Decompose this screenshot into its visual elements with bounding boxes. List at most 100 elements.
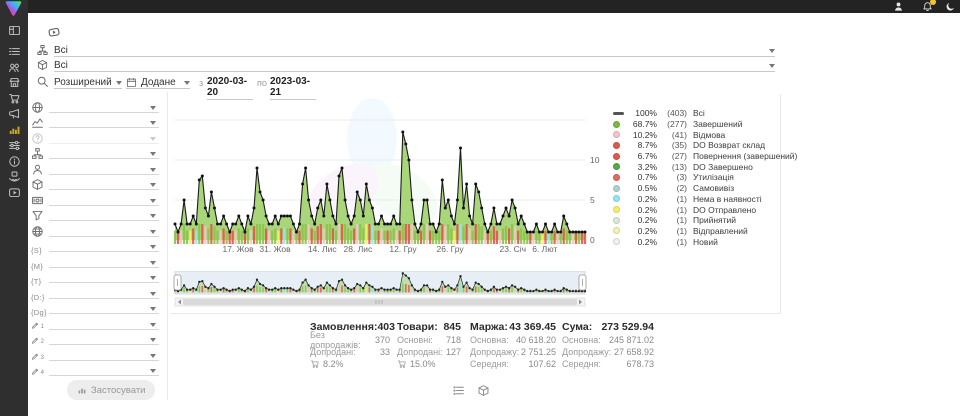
legend-count: (2): [657, 183, 687, 193]
filter-select[interactable]: [49, 206, 159, 221]
legend-count: (1): [657, 237, 687, 247]
filter-select[interactable]: [49, 361, 159, 376]
legend-item[interactable]: 10.2%(41)Відмова: [613, 129, 781, 140]
filter-select[interactable]: [49, 346, 159, 361]
sidebar-item-marketing[interactable]: [8, 107, 21, 120]
filter-select[interactable]: [49, 315, 159, 330]
search-mode-select[interactable]: Розширений: [54, 74, 122, 89]
filter-row-pencil-2[interactable]: 2: [31, 330, 159, 346]
user-icon[interactable]: [893, 1, 904, 12]
legend-item[interactable]: 0.2%(1)DO Отправлено: [613, 204, 781, 215]
filter-select[interactable]: [49, 268, 159, 283]
filter-row-pencil-1[interactable]: 1: [31, 314, 159, 330]
filter-select[interactable]: [49, 253, 159, 268]
filter-select[interactable]: [49, 129, 159, 144]
camera-tag-icon[interactable]: [46, 25, 62, 39]
legend-item[interactable]: 0.2%(1)Нема в наявності: [613, 194, 781, 205]
filter-select[interactable]: [49, 284, 159, 299]
stats-title: Товари:: [397, 321, 438, 333]
analytics-dashboard: Всі Всі Розширений Додане з 2020-03-20 п…: [0, 0, 960, 416]
pencil-index: 4: [41, 370, 44, 376]
category-select[interactable]: Всі: [54, 42, 775, 57]
legend-percent: 0.7%: [627, 172, 657, 182]
legend-percent: 6.7%: [627, 151, 657, 161]
stats-column: Сума:273 529.94Основна:245 871.02Допрода…: [562, 319, 654, 370]
sidebar-item-dashboard[interactable]: [8, 24, 21, 37]
chevron-down-icon: [150, 276, 156, 280]
legend-item[interactable]: 68.7%(277)Завершений: [613, 119, 781, 130]
filter-select[interactable]: [49, 237, 159, 252]
sidebar-item-store[interactable]: [8, 76, 21, 89]
chevron-down-icon: [150, 307, 156, 311]
filter-select[interactable]: [49, 299, 159, 314]
legend-item[interactable]: 8.7%(35)DO Возврат склад: [613, 140, 781, 151]
apply-button[interactable]: Застосувати: [67, 380, 155, 400]
product-select[interactable]: Всі: [54, 57, 775, 72]
legend-item[interactable]: 0.2%(1)Відправлений: [613, 226, 781, 237]
legend-item[interactable]: 3.2%(13)DO Завершено: [613, 161, 781, 172]
legend-item[interactable]: 100%(403)Всі: [613, 108, 781, 119]
filter-row-sitemap[interactable]: [31, 144, 159, 160]
date-field-select[interactable]: Додане: [126, 74, 190, 89]
h-scrollbar-thumb[interactable]: [183, 299, 577, 305]
filter-select[interactable]: [49, 330, 159, 345]
legend-item[interactable]: 0.2%(1)Прийнятий: [613, 215, 781, 226]
sidebar-item-orders[interactable]: [8, 45, 21, 58]
sidebar-item-info[interactable]: [8, 155, 21, 168]
date-field-value: Додане: [141, 77, 176, 88]
stats-sub-row: Допродані:33: [310, 346, 390, 358]
legend-count: (41): [657, 130, 687, 140]
filter-row-globe-grid[interactable]: [31, 221, 159, 237]
chevron-down-icon: [116, 81, 122, 85]
legend-item[interactable]: 6.7%(27)Повернення (завершений): [613, 151, 781, 162]
stats-sub-label: Основні:: [397, 335, 433, 345]
legend-item[interactable]: 0.2%(1)Новий: [613, 236, 781, 247]
filter-select[interactable]: [49, 144, 159, 159]
filter-row-money[interactable]: [31, 190, 159, 206]
filter-row-box[interactable]: [31, 175, 159, 191]
legend-item[interactable]: 0.5%(2)Самовивіз: [613, 183, 781, 194]
filter-select[interactable]: [49, 160, 159, 175]
table-view-icon[interactable]: [452, 384, 465, 397]
filter-row-funnel[interactable]: [31, 206, 159, 222]
filter-row-question[interactable]: [31, 128, 159, 144]
legend-marker-icon: [613, 217, 627, 224]
filter-row-curly[interactable]: {M}: [31, 252, 159, 268]
filter-row-person[interactable]: [31, 159, 159, 175]
filter-select[interactable]: [49, 175, 159, 190]
products-view-icon[interactable]: [477, 384, 490, 397]
filter-select[interactable]: [49, 191, 159, 206]
filter-row-pencil-4[interactable]: 4: [31, 361, 159, 377]
stats-sub-label: Допродані:: [310, 347, 356, 357]
app-logo-icon[interactable]: [4, 0, 23, 16]
filter-row-curly[interactable]: {D:}: [31, 283, 159, 299]
filter-select[interactable]: [49, 98, 159, 113]
filter-row-curly[interactable]: {T}: [31, 268, 159, 284]
stats-sub-value: 370: [375, 335, 390, 345]
svg-text:12. Гру: 12. Гру: [389, 244, 417, 254]
filter-row-pencil-3[interactable]: 3: [31, 345, 159, 361]
money-icon: [31, 194, 44, 206]
filter-row-curly[interactable]: {Dg}: [31, 299, 159, 315]
sidebar-item-video-tutorials[interactable]: [8, 186, 21, 199]
filter-select[interactable]: [49, 222, 159, 237]
upsell-share-row: 15.0%: [397, 358, 461, 370]
pencil-icon: 1: [31, 318, 44, 330]
filter-row-trend[interactable]: [31, 113, 159, 129]
sidebar-item-sales[interactable]: [8, 92, 21, 105]
sidebar-item-customers[interactable]: [8, 61, 21, 74]
bell-icon[interactable]: [922, 1, 933, 12]
right-divider: [780, 94, 781, 314]
sidebar-item-support[interactable]: [8, 170, 21, 183]
filter-row-globe[interactable]: [31, 97, 159, 113]
sidebar-item-settings[interactable]: [8, 139, 21, 152]
search-icon[interactable]: [36, 75, 49, 88]
moon-icon[interactable]: [945, 1, 956, 12]
legend-item[interactable]: 0.7%(3)Утилізація: [613, 172, 781, 183]
chart-navigator[interactable]: [172, 271, 602, 308]
sidebar-item-statistics[interactable]: [8, 123, 21, 136]
filter-row-curly[interactable]: {S}: [31, 237, 159, 253]
chevron-down-icon: [150, 354, 156, 358]
legend-marker-icon: [613, 174, 627, 181]
filter-select[interactable]: [49, 113, 159, 128]
